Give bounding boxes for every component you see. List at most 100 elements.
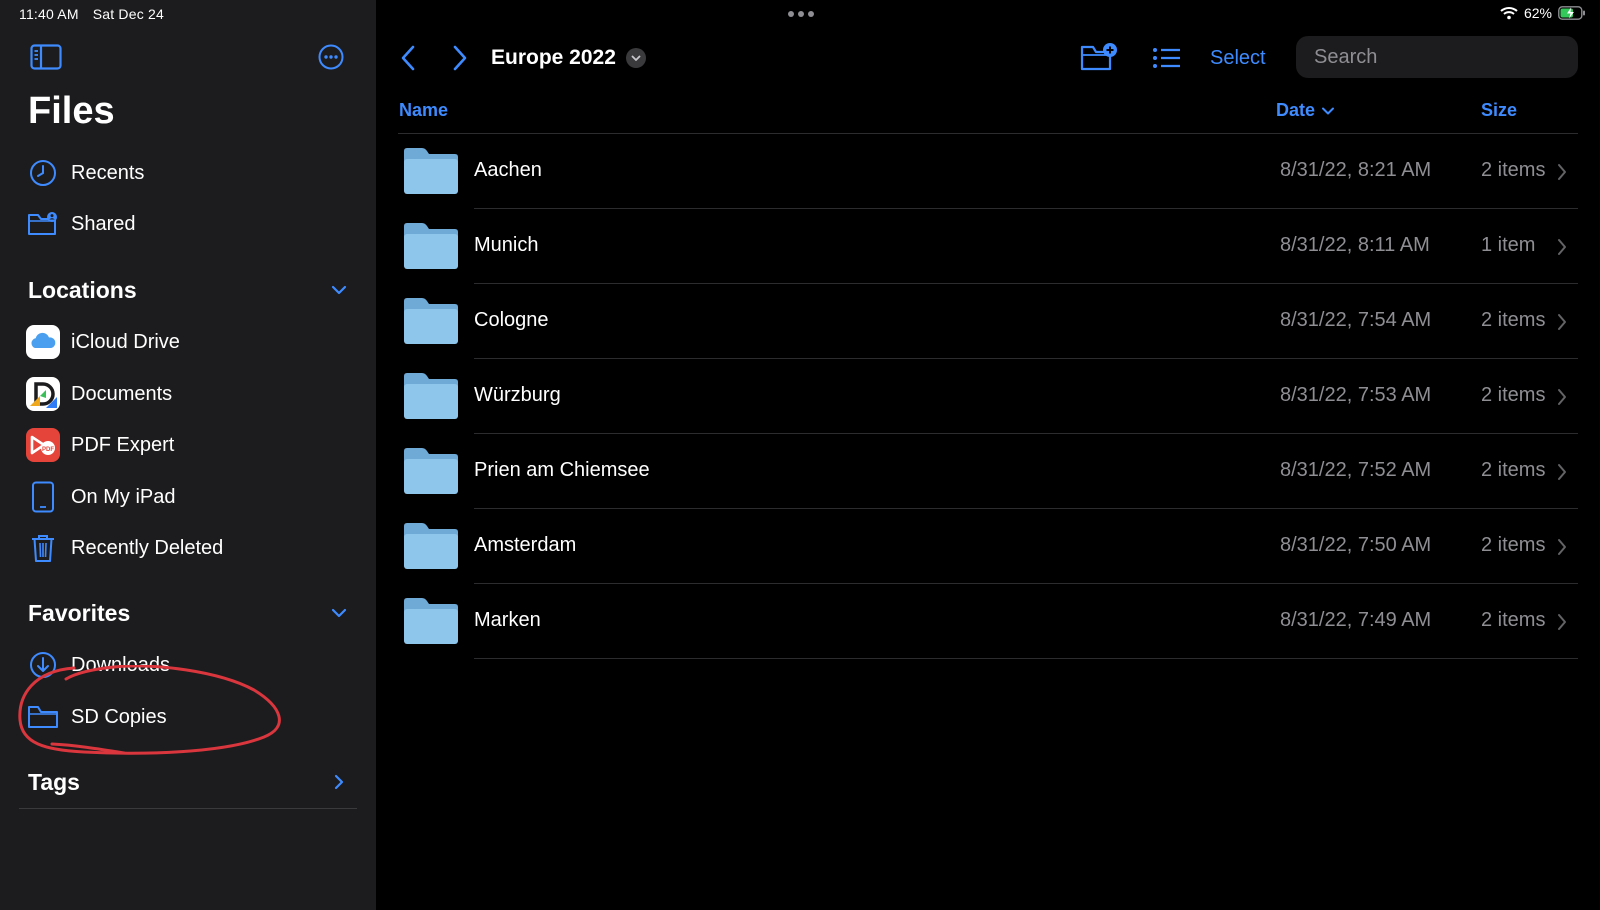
sidebar-item-pdf-expert[interactable]: PDF PDF Expert: [26, 423, 356, 467]
back-chevron-icon[interactable]: [396, 44, 422, 72]
status-time: 11:40 AM: [19, 6, 79, 22]
sidebar-title: Files: [28, 90, 115, 132]
file-row[interactable]: Cologne 8/31/22, 7:54 AM 2 items: [376, 284, 1600, 359]
favorites-header-label: Favorites: [28, 599, 131, 626]
file-name: Cologne: [474, 309, 549, 331]
more-options-icon[interactable]: [318, 44, 344, 70]
status-date: Sat Dec 24: [92, 6, 164, 22]
file-row[interactable]: Munich 8/31/22, 8:11 AM 1 item: [376, 209, 1600, 284]
file-browser: 62% Europe 2022 Select Search Name Date …: [376, 0, 1600, 910]
chevron-down-icon[interactable]: [625, 48, 646, 68]
trash-icon: [26, 531, 60, 565]
sidebar-item-recently-deleted[interactable]: Recently Deleted: [26, 526, 356, 570]
chevron-right-icon: [1558, 164, 1566, 180]
folder-icon: [404, 598, 458, 644]
sidebar-divider: [19, 808, 357, 809]
shared-folder-icon: [26, 207, 60, 241]
file-row[interactable]: Marken 8/31/22, 7:49 AM 2 items: [376, 584, 1600, 659]
chevron-down-icon[interactable]: [330, 604, 348, 622]
file-row[interactable]: Prien am Chiemsee 8/31/22, 7:52 AM 2 ite…: [376, 434, 1600, 509]
folder-icon: [404, 448, 458, 494]
folder-title[interactable]: Europe 2022: [491, 44, 646, 72]
file-date: 8/31/22, 8:11 AM: [1280, 234, 1430, 256]
file-date: 8/31/22, 7:54 AM: [1280, 309, 1432, 331]
file-row[interactable]: Amsterdam 8/31/22, 7:50 AM 2 items: [376, 509, 1600, 584]
wifi-icon: [1500, 7, 1518, 20]
sidebar-item-icloud-drive[interactable]: iCloud Drive: [26, 320, 356, 364]
sidebar-item-documents[interactable]: Documents: [26, 372, 356, 416]
folder-icon: [404, 298, 458, 344]
chevron-down-icon[interactable]: [330, 281, 348, 299]
file-name: Würzburg: [474, 384, 561, 406]
clock-icon: [26, 156, 60, 190]
sidebar-item-label: On My iPad: [71, 485, 176, 508]
locations-section-header[interactable]: Locations: [28, 273, 348, 307]
multitasking-dots-icon[interactable]: [786, 8, 816, 20]
folder-title-label: Europe 2022: [491, 46, 616, 69]
sidebar-item-label: Documents: [71, 382, 173, 405]
sidebar-item-recents[interactable]: Recents: [26, 151, 356, 195]
pdf-expert-icon: PDF: [26, 428, 60, 462]
folder-icon: [404, 223, 458, 269]
file-size: 2 items: [1481, 459, 1546, 481]
battery-percentage: 62%: [1523, 5, 1552, 21]
sidebar-item-shared[interactable]: Shared: [26, 202, 356, 246]
sidebar-item-label: PDF Expert: [71, 433, 175, 456]
ipad-icon: [26, 480, 60, 514]
column-header-size[interactable]: Size: [1481, 100, 1517, 121]
forward-chevron-icon[interactable]: [446, 44, 472, 72]
file-name: Amsterdam: [474, 534, 577, 556]
folder-icon: [404, 148, 458, 194]
favorites-section-header[interactable]: Favorites: [28, 596, 348, 630]
svg-text:PDF: PDF: [42, 447, 54, 453]
chevron-right-icon: [1558, 239, 1566, 255]
chevron-right-icon: [1558, 314, 1566, 330]
chevron-right-icon: [1558, 614, 1566, 630]
file-size: 2 items: [1481, 384, 1546, 406]
file-name: Marken: [474, 609, 541, 631]
select-button[interactable]: Select: [1210, 44, 1266, 72]
sidebar: 11:40 AM Sat Dec 24 Files Recents Shared…: [0, 0, 376, 910]
file-list: Aachen 8/31/22, 8:21 AM 2 items Munich 8…: [376, 134, 1600, 659]
column-header-label: Size: [1481, 100, 1518, 120]
file-name: Aachen: [474, 159, 542, 181]
file-size: 2 items: [1481, 609, 1546, 631]
file-row[interactable]: Würzburg 8/31/22, 7:53 AM 2 items: [376, 359, 1600, 434]
column-header-label: Name: [399, 100, 449, 120]
file-date: 8/31/22, 7:53 AM: [1280, 384, 1432, 406]
list-view-icon[interactable]: [1152, 46, 1182, 70]
new-folder-icon[interactable]: [1080, 42, 1118, 72]
documents-app-icon: [26, 377, 60, 411]
column-header-date[interactable]: Date: [1276, 100, 1335, 121]
folder-icon: [404, 373, 458, 419]
sidebar-item-label: Recently Deleted: [71, 536, 224, 559]
status-bar-left: 11:40 AM Sat Dec 24: [19, 6, 164, 22]
icloud-icon: [26, 325, 60, 359]
sidebar-item-on-my-ipad[interactable]: On My iPad: [26, 475, 356, 519]
tags-section-header[interactable]: Tags: [28, 765, 348, 799]
file-size: 2 items: [1481, 309, 1546, 331]
locations-header-label: Locations: [28, 276, 137, 303]
sidebar-item-label: iCloud Drive: [71, 330, 180, 353]
file-size: 1 item: [1481, 234, 1536, 256]
file-row[interactable]: Aachen 8/31/22, 8:21 AM 2 items: [376, 134, 1600, 209]
sidebar-toggle-icon[interactable]: [30, 44, 62, 70]
folder-icon: [404, 523, 458, 569]
sidebar-item-label: Shared: [71, 212, 136, 235]
file-size: 2 items: [1481, 534, 1546, 556]
file-name: Prien am Chiemsee: [474, 459, 650, 481]
row-divider: [474, 658, 1578, 659]
column-header-label: Date: [1276, 100, 1316, 120]
annotation-circle: [18, 665, 281, 755]
status-bar-right: 62%: [1500, 5, 1586, 21]
search-input[interactable]: [1312, 44, 1581, 70]
search-field[interactable]: [1296, 36, 1581, 78]
chevron-right-icon: [1558, 539, 1566, 555]
column-header-name[interactable]: Name: [399, 100, 448, 121]
file-date: 8/31/22, 8:21 AM: [1280, 159, 1432, 181]
battery-charging-icon: [1558, 6, 1585, 20]
file-date: 8/31/22, 7:52 AM: [1280, 459, 1432, 481]
chevron-right-icon[interactable]: [330, 773, 348, 791]
tags-header-label: Tags: [28, 768, 80, 795]
file-name: Munich: [474, 234, 539, 256]
